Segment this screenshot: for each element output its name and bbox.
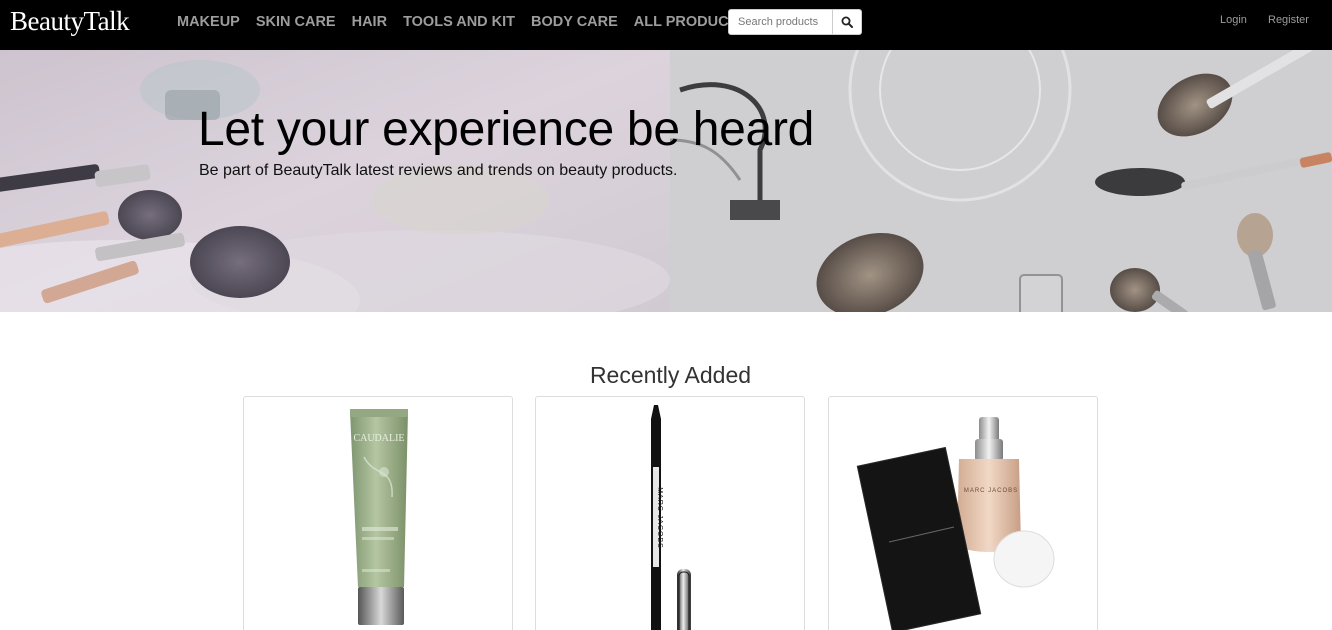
caudalie-label: CAUDALIE	[353, 433, 404, 444]
product-card[interactable]: MARC JACOBS	[828, 396, 1098, 630]
brand-logo[interactable]: BeautyTalk	[10, 6, 130, 37]
product-card[interactable]: CAUDALIE	[243, 396, 513, 630]
hero-title: Let your experience be heard	[198, 103, 815, 156]
product-image-caudalie-tube: CAUDALIE	[350, 409, 408, 625]
foundation-bottle-label: MARC JACOBS	[964, 488, 1018, 494]
search-icon	[841, 16, 853, 28]
top-navbar: BeautyTalk MAKEUP SKIN CARE HAIR TOOLS A…	[0, 0, 1332, 50]
nav-link-skin-care[interactable]: SKIN CARE	[256, 14, 336, 30]
login-link[interactable]: Login	[1220, 14, 1247, 26]
nav-link-body-care[interactable]: BODY CARE	[531, 14, 618, 30]
recently-added-heading: Recently Added	[589, 362, 752, 388]
hero-background-image	[0, 50, 1332, 312]
nav-link-tools-and-kit[interactable]: TOOLS AND KIT	[403, 14, 515, 30]
nav-link-hair[interactable]: HAIR	[352, 14, 387, 30]
product-image-marc-jacobs-eyeliner: MARC JACOBS	[651, 405, 691, 630]
search-input[interactable]	[728, 9, 833, 35]
main-nav: MAKEUP SKIN CARE HAIR TOOLS AND KIT BODY…	[177, 14, 763, 30]
hero-banner: Let your experience be heard Be part of …	[0, 50, 1332, 312]
eyeliner-label: MARC JACOBS	[656, 487, 663, 549]
product-card[interactable]: MARC JACOBS	[535, 396, 805, 630]
search-form	[728, 9, 862, 35]
hero-subtitle: Be part of BeautyTalk latest reviews and…	[199, 162, 678, 179]
nav-link-makeup[interactable]: MAKEUP	[177, 14, 240, 30]
search-button[interactable]	[833, 9, 862, 35]
product-image-marc-jacobs-foundation: MARC JACOBS	[856, 417, 1055, 630]
register-link[interactable]: Register	[1268, 14, 1309, 26]
